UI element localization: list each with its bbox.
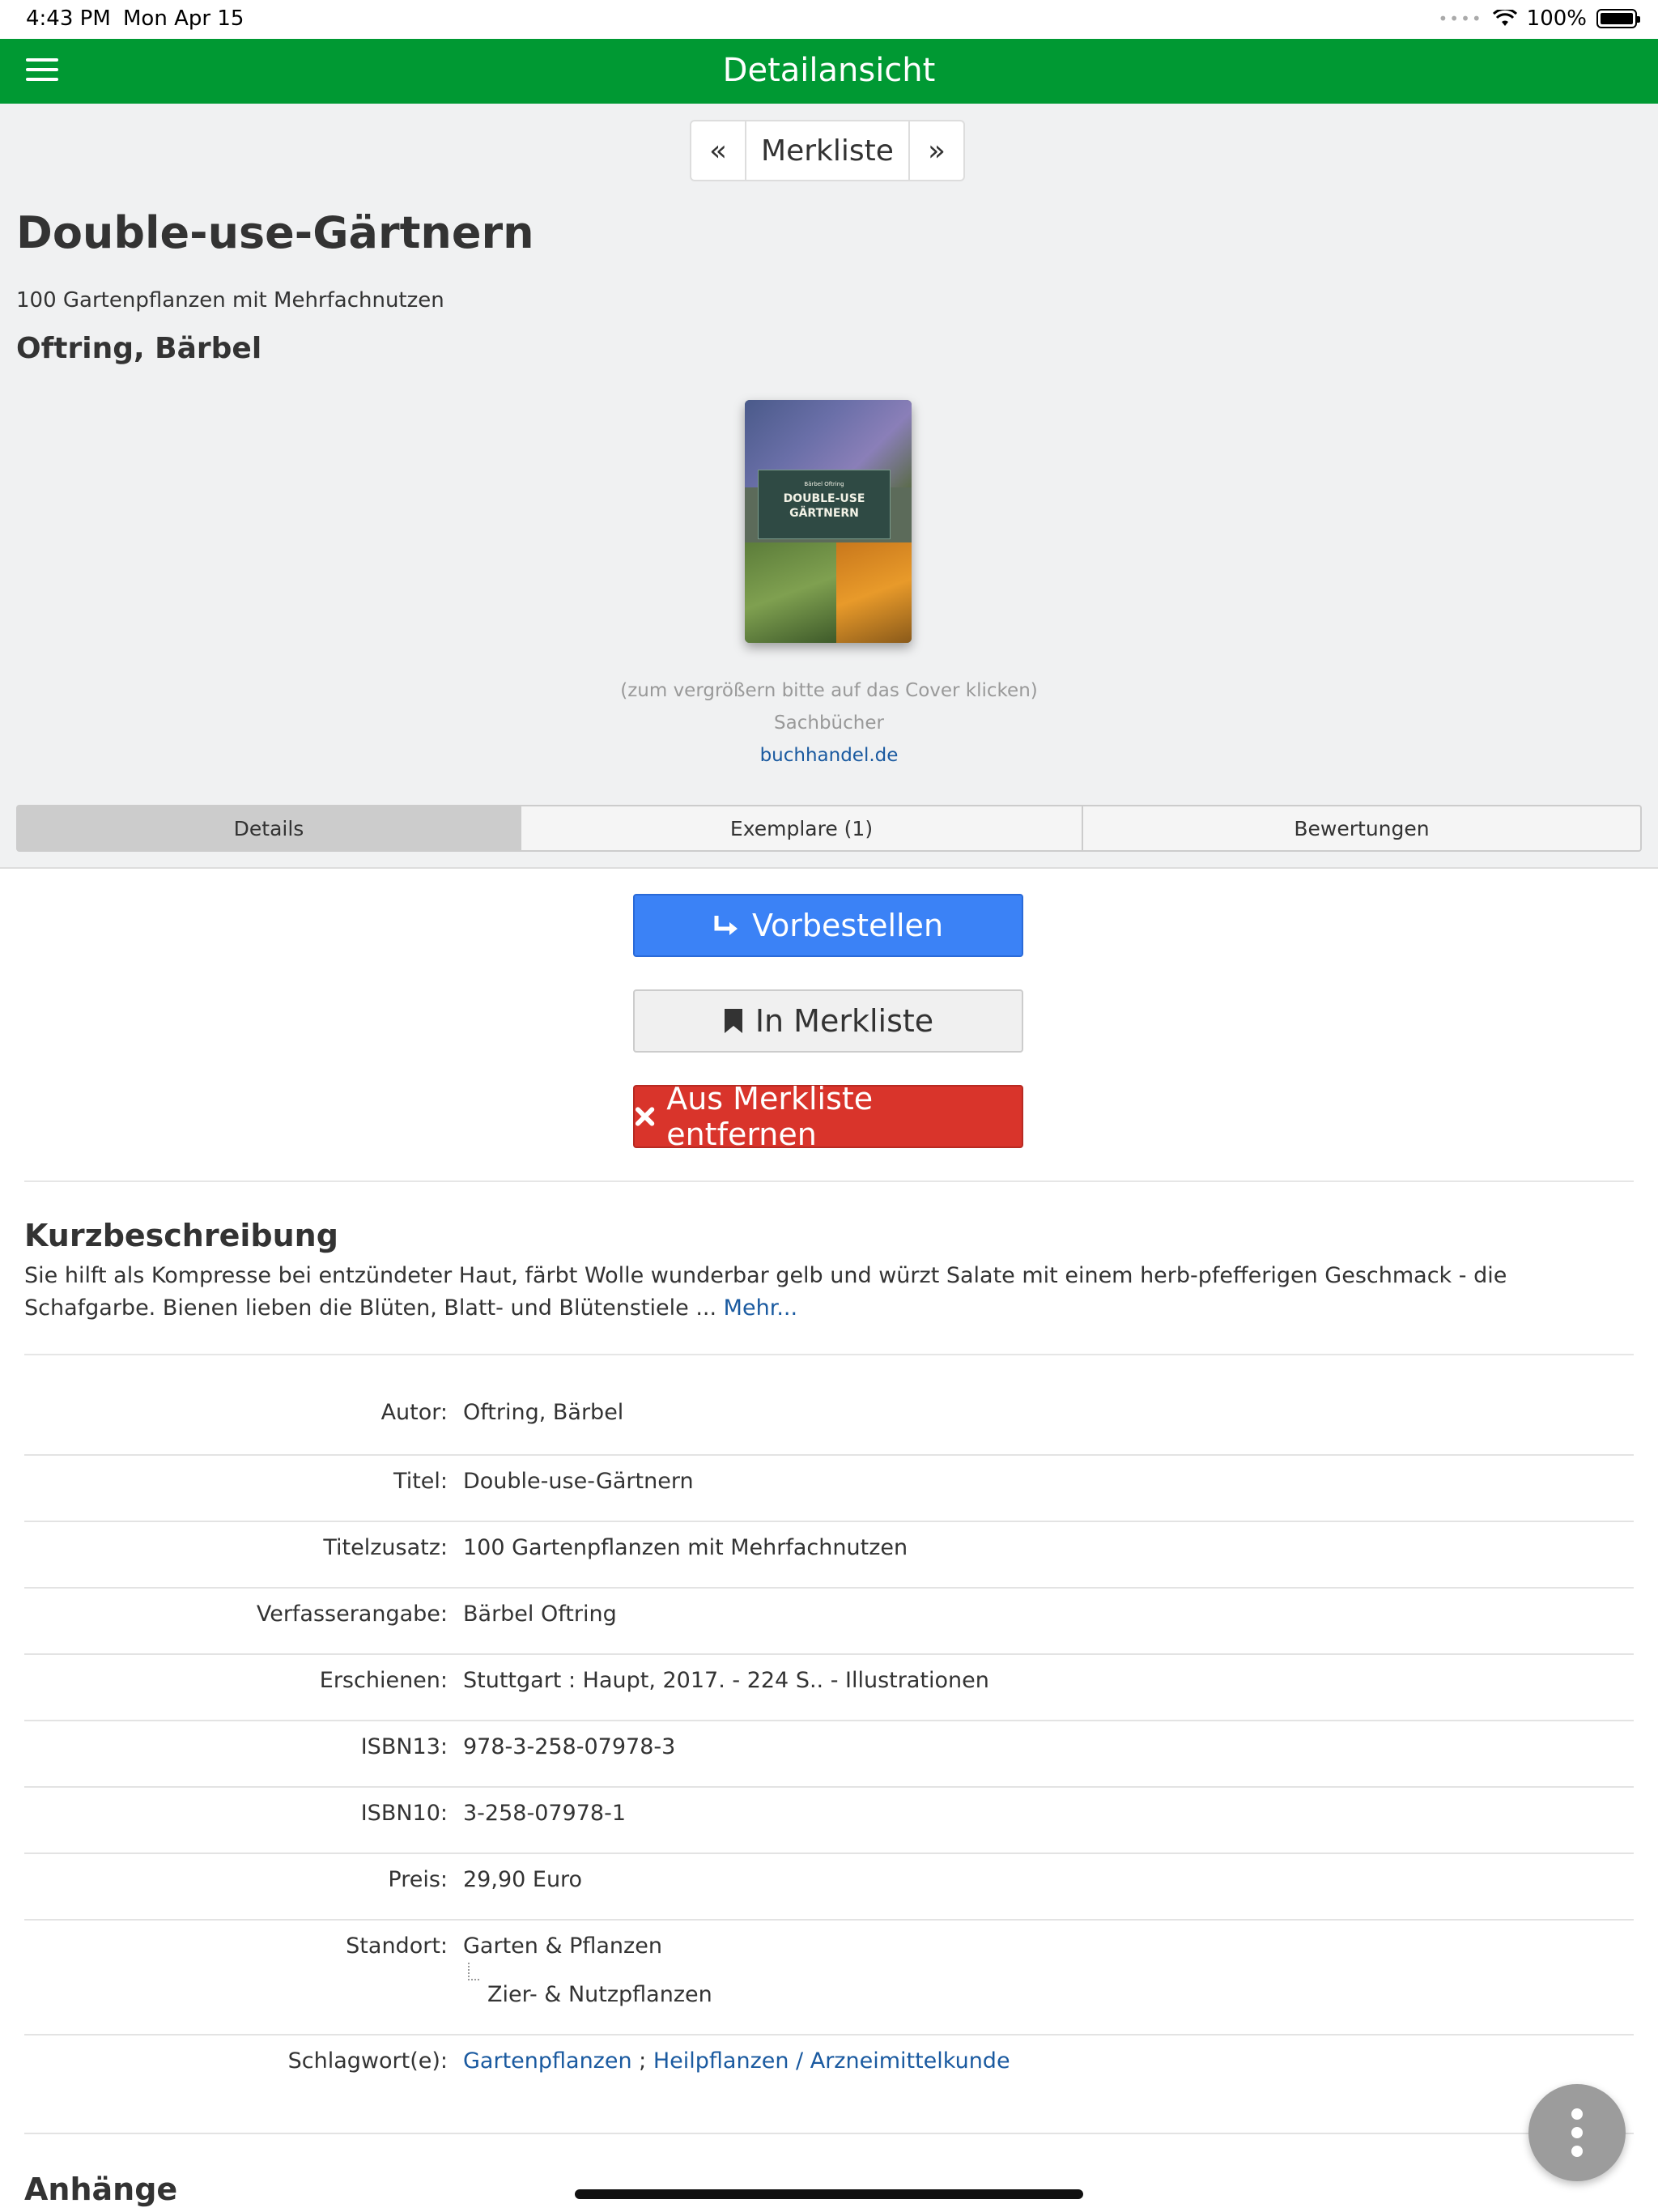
- detail-header: « Merkliste » Double-use-Gärtnern 100 Ga…: [0, 104, 1658, 869]
- share-arrow-icon: [714, 916, 738, 935]
- description-text: Sie hilft als Kompresse bei entzündeter …: [24, 1260, 1635, 1325]
- detail-label: Erschienen:: [319, 1668, 448, 1693]
- detail-label: Schlagwort(e):: [287, 2048, 448, 2074]
- status-time: 4:43 PM: [26, 6, 111, 31]
- pager-list-button[interactable]: Merkliste: [745, 121, 910, 180]
- author-link[interactable]: Oftring, Bärbel: [463, 1400, 623, 1425]
- book-subtitle: 100 Gartenpflanzen mit Mehrfachnutzen: [16, 288, 444, 313]
- remove-from-list-label: Aus Merkliste entfernen: [666, 1081, 874, 1152]
- buchhandel-link[interactable]: buchhandel.de: [760, 745, 899, 766]
- add-to-list-button[interactable]: In Merkliste: [633, 989, 1023, 1053]
- detail-label: Titelzusatz:: [323, 1535, 448, 1560]
- cover-title-line1: DOUBLE-USE: [783, 492, 865, 505]
- detail-value: 29,90 Euro: [463, 1867, 583, 1892]
- close-icon: [635, 1107, 655, 1126]
- detail-label: Verfasserangabe:: [256, 1602, 448, 1627]
- status-right: •••• 100%: [1438, 6, 1640, 31]
- pager-next-button[interactable]: »: [910, 121, 963, 180]
- list-pager: « Merkliste »: [690, 120, 965, 181]
- detail-label: ISBN13:: [360, 1734, 448, 1759]
- detail-row-author: Autor: Oftring, Bärbel: [24, 1389, 1634, 1456]
- detail-label: Standort:: [346, 1933, 448, 1959]
- signal-icon: ••••: [1438, 9, 1483, 28]
- keyword-link-gartenpflanzen[interactable]: Gartenpflanzen: [463, 2048, 632, 2074]
- navbar: Detailansicht: [0, 39, 1658, 104]
- detail-row-title: Titel: Double-use-Gärtnern: [24, 1456, 1634, 1522]
- cover-title-line2: GÄRTNERN: [789, 507, 859, 520]
- detail-row-isbn10: ISBN10: 3-258-07978-1: [24, 1788, 1634, 1854]
- book-title: Double-use-Gärtnern: [16, 207, 534, 258]
- home-indicator[interactable]: [575, 2189, 1083, 2199]
- detail-row-published: Erschienen: Stuttgart : Haupt, 2017. - 2…: [24, 1655, 1634, 1721]
- status-date: Mon Apr 15: [123, 6, 244, 31]
- detail-value: 978-3-258-07978-3: [463, 1734, 676, 1759]
- status-bar: 4:43 PM Mon Apr 15 •••• 100%: [0, 0, 1658, 39]
- battery-icon: [1596, 9, 1640, 28]
- detail-row-subtitle: Titelzusatz: 100 Gartenpflanzen mit Mehr…: [24, 1522, 1634, 1589]
- divider: [24, 1180, 1634, 1182]
- detail-row-keywords: Schlagwort(e): Gartenpflanzen ; Heilpfla…: [24, 2035, 1634, 2134]
- battery-percent: 100%: [1526, 6, 1587, 31]
- navbar-title: Detailansicht: [722, 52, 936, 89]
- detail-value: 100 Gartenpflanzen mit Mehrfachnutzen: [463, 1535, 908, 1560]
- detail-label: ISBN10:: [360, 1801, 448, 1826]
- pager-prev-button[interactable]: «: [691, 121, 745, 180]
- keyword-link-heilpflanzen[interactable]: Heilpflanzen / Arzneimittelkunde: [653, 2048, 1010, 2074]
- media-category: Sachbücher: [774, 713, 884, 734]
- keyword-separator: ;: [631, 2048, 653, 2074]
- description-heading: Kurzbeschreibung: [24, 1218, 338, 1253]
- tab-exemplare[interactable]: Exemplare (1): [520, 806, 1082, 850]
- detail-value: 3-258-07978-1: [463, 1801, 627, 1826]
- more-options-button[interactable]: [1528, 2084, 1626, 2181]
- detail-row-statement: Verfasserangabe: Bärbel Oftring: [24, 1589, 1634, 1655]
- cover-hint: (zum vergrößern bitte auf das Cover klic…: [620, 680, 1038, 701]
- detail-label: Titel:: [393, 1469, 448, 1494]
- tab-details[interactable]: Details: [18, 806, 520, 850]
- title-link[interactable]: Double-use-Gärtnern: [463, 1469, 694, 1494]
- detail-label: Autor:: [380, 1400, 448, 1425]
- location-link[interactable]: Garten & Pflanzen: [463, 1933, 662, 1959]
- cover-author-line: Bärbel Oftring: [804, 481, 844, 487]
- detail-tabs: Details Exemplare (1) Bewertungen: [16, 805, 1642, 852]
- detail-value: Bärbel Oftring: [463, 1602, 617, 1627]
- bookmark-icon: [724, 1009, 742, 1033]
- add-to-list-label: In Merkliste: [755, 1003, 934, 1039]
- reserve-button[interactable]: Vorbestellen: [633, 894, 1023, 957]
- attachments-heading: Anhänge: [24, 2172, 178, 2207]
- detail-row-location: Standort: Garten & Pflanzen Zier- & Nutz…: [24, 1921, 1634, 2035]
- keywords-value: Gartenpflanzen ; Heilpflanzen / Arzneimi…: [463, 2048, 1010, 2074]
- remove-from-list-button[interactable]: Aus Merkliste entfernen: [633, 1081, 1023, 1152]
- more-link[interactable]: Mehr...: [724, 1295, 797, 1321]
- divider: [24, 1354, 1634, 1355]
- cover-title-block: Bärbel Oftring DOUBLE-USE GÄRTNERN: [758, 470, 891, 539]
- detail-value: Stuttgart : Haupt, 2017. - 224 S.. - Ill…: [463, 1668, 989, 1693]
- book-author: Oftring, Bärbel: [16, 332, 262, 365]
- sublocation-link[interactable]: Zier- & Nutzpflanzen: [487, 1982, 712, 2007]
- wifi-icon: [1492, 10, 1517, 26]
- book-cover-image[interactable]: Bärbel Oftring DOUBLE-USE GÄRTNERN: [745, 400, 912, 643]
- detail-row-price: Preis: 29,90 Euro: [24, 1854, 1634, 1921]
- tree-connector: [468, 1963, 479, 1980]
- detail-row-isbn13: ISBN13: 978-3-258-07978-3: [24, 1721, 1634, 1788]
- tab-bewertungen[interactable]: Bewertungen: [1082, 806, 1640, 850]
- reserve-button-label: Vorbestellen: [751, 908, 944, 943]
- detail-label: Preis:: [388, 1867, 448, 1892]
